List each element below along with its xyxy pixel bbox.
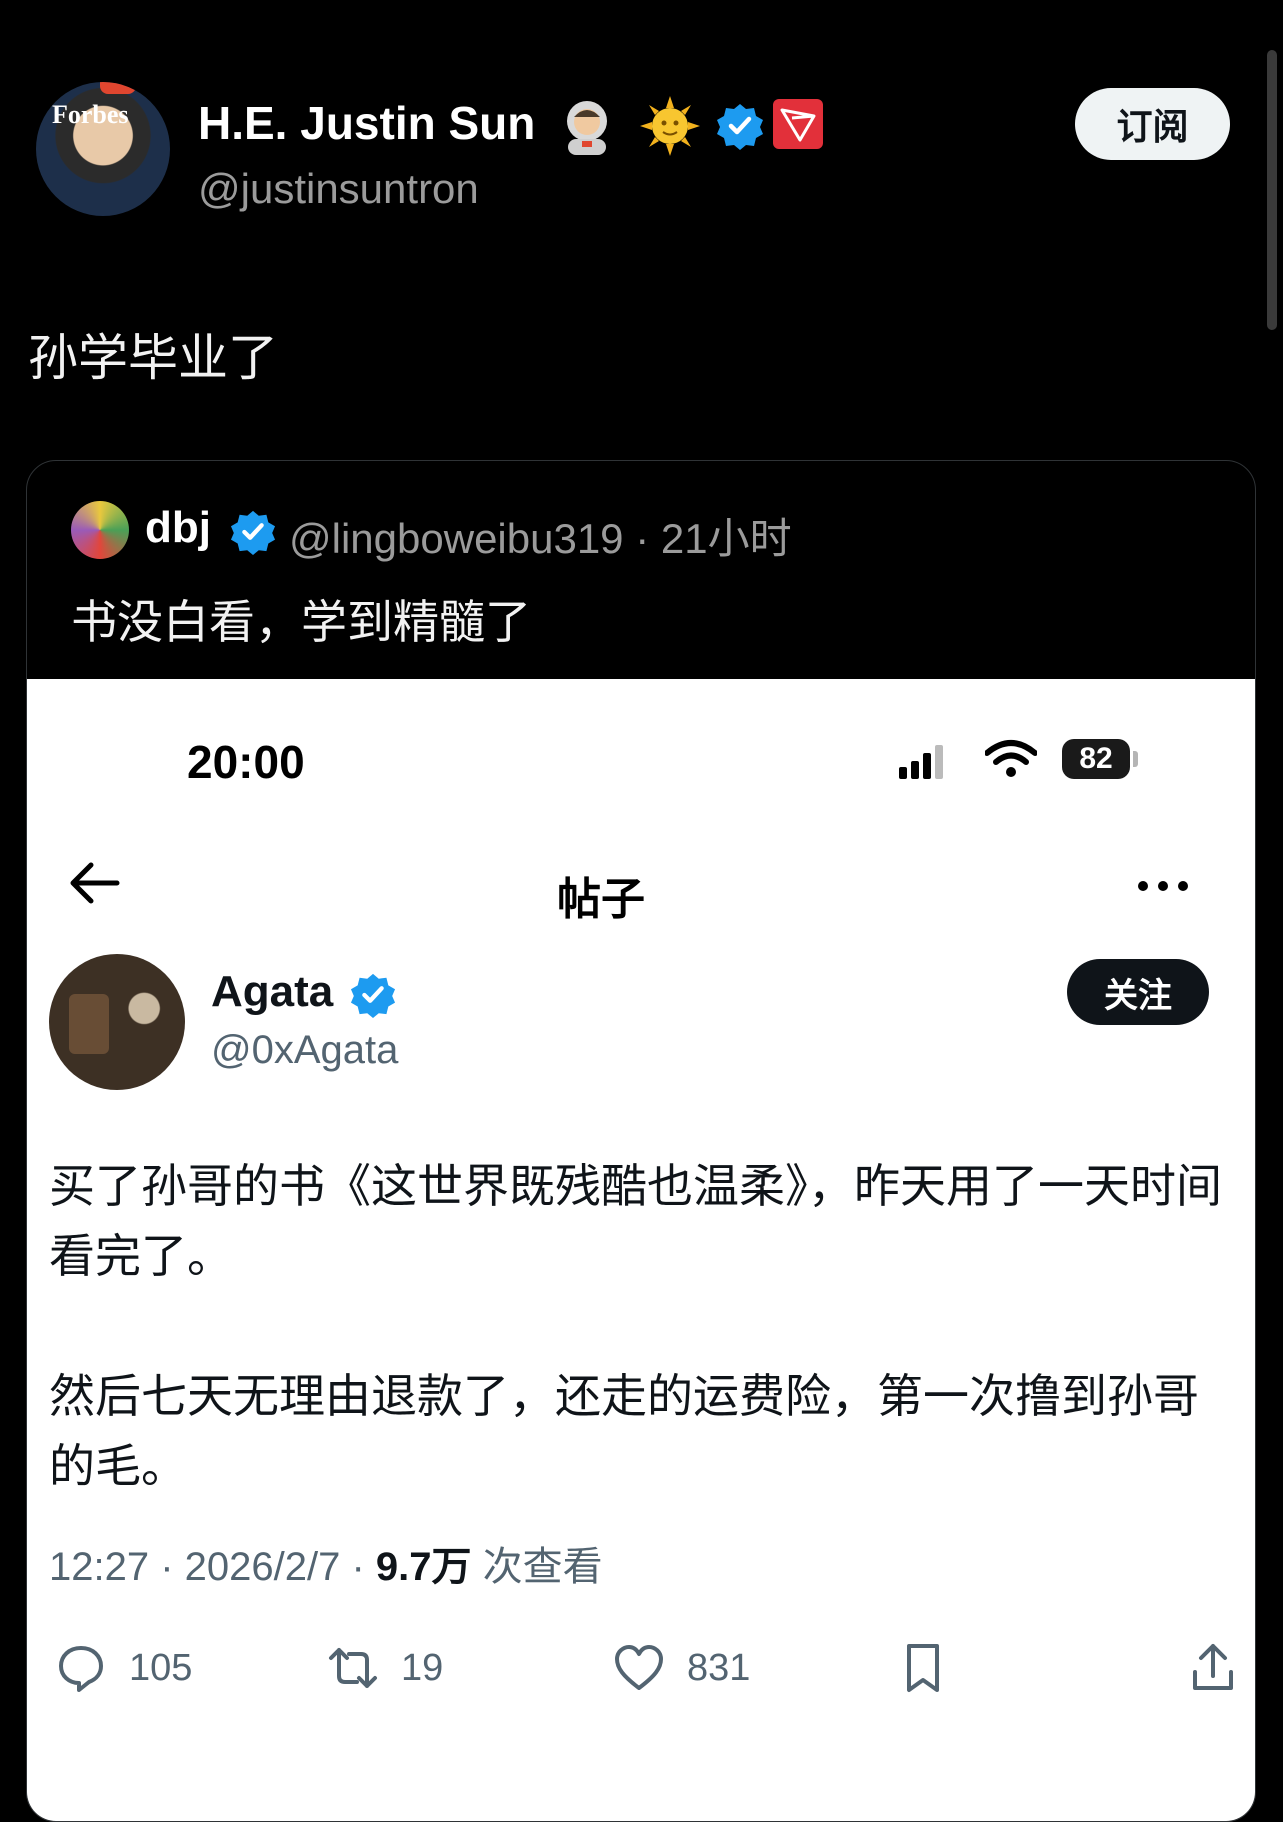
body-paragraph: 然后七天无理由退款了，还走的运费险，第一次撸到孙哥的毛。 [49,1370,1199,1492]
post-text: 孙学毕业了 [28,330,278,386]
back-arrow-icon[interactable] [67,859,123,907]
avatar-logo-text: Forbes [52,100,129,129]
quoted-author-handle-time: @lingboweibu319 · 21小时 [289,515,792,562]
embedded-screenshot: 20:00 82 帖子 Agata @0xAgata 关注 买了孙哥的书《这世界… [27,679,1255,1821]
tron-icon [773,99,823,149]
more-options-icon[interactable] [1135,877,1191,895]
bookmark-button[interactable] [897,1639,949,1697]
reply-count: 105 [129,1646,193,1689]
body-paragraph: 买了孙哥的书《这世界既残酷也温柔》，昨天用了一天时间看完了。 [49,1160,1222,1282]
embedded-author-avatar[interactable] [49,954,185,1090]
retweet-icon [329,1648,377,1688]
battery-tip [1133,751,1138,767]
author-display-name[interactable]: H.E. Justin Sun [198,96,535,150]
embedded-author-name[interactable]: Agata [211,967,333,1017]
embedded-post-body: 买了孙哥的书《这世界既残酷也温柔》，昨天用了一天时间看完了。 然后七天无理由退款… [49,1151,1229,1501]
subscribe-button[interactable]: 订阅 [1075,88,1230,160]
nav-title: 帖子 [557,875,645,924]
status-bar-time: 20:00 [187,736,305,788]
quoted-author-avatar[interactable] [71,501,129,559]
astronaut-emoji-icon [567,101,607,155]
verified-icon [230,510,276,555]
embedded-author-handle[interactable]: @0xAgata [211,1028,398,1073]
cellular-signal-icon [899,745,943,779]
reply-button[interactable]: 105 [55,1639,192,1697]
battery-indicator: 82 [1062,739,1130,779]
verified-icon [350,973,396,1018]
retweet-button[interactable]: 19 [327,1639,443,1697]
post-timestamp: 12:27 · 2026/2/7 · [49,1545,376,1589]
follow-button[interactable]: 关注 [1067,959,1209,1025]
author-avatar[interactable]: Forbes [36,82,170,216]
like-button[interactable]: 831 [613,1639,750,1697]
wifi-icon [985,740,1037,777]
quoted-post-text: 书没白看，学到精髓了 [71,596,531,648]
retweet-count: 19 [401,1646,444,1689]
bookmark-icon [907,1644,939,1692]
verified-icon [717,104,763,150]
avatar-figure [69,994,109,1054]
view-count: 9.7万 [375,1545,472,1589]
share-icon [1193,1644,1233,1690]
page-scrollbar[interactable] [1267,50,1277,330]
heart-icon [615,1645,663,1690]
quoted-author-name[interactable]: dbj [145,503,211,553]
sun-emoji-icon [640,96,700,156]
avatar-ring [100,82,136,94]
share-button[interactable] [1187,1639,1239,1697]
post-meta: 12:27 · 2026/2/7 · 9.7万 次查看 [49,1534,603,1592]
reply-icon [59,1646,103,1692]
author-handle[interactable]: @justinsuntron [198,165,479,213]
like-count: 831 [687,1646,751,1689]
view-count-label: 次查看 [471,1545,603,1589]
quoted-post-card[interactable]: dbj @lingboweibu319 · 21小时 书没白看，学到精髓了 20… [26,460,1256,1822]
